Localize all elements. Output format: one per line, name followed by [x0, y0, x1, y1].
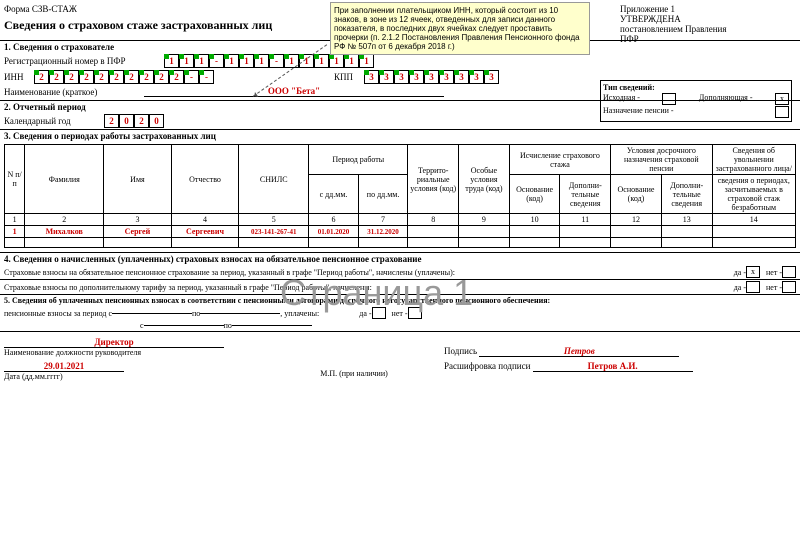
chk-s5-net[interactable]: [408, 307, 422, 319]
cell-n: 1: [5, 226, 25, 238]
th-calc: Исчисление страхового стажа: [509, 145, 610, 175]
th-basis1: Основание (код): [509, 175, 560, 214]
cell-name: Сергей: [104, 226, 172, 238]
th-period: Период работы: [309, 145, 408, 175]
po2: по: [224, 321, 232, 330]
cell-snils: 023-141-267-41: [239, 226, 309, 238]
s5-from2[interactable]: [144, 325, 224, 326]
decode-value: Петров А.И.: [533, 361, 693, 372]
th-to: по дд.мм.: [358, 175, 408, 214]
table-row: 1 Михалков Сергей Сергеевич 023-141-267-…: [5, 226, 796, 238]
da-label2: да -: [734, 283, 746, 292]
chk-pension[interactable]: [775, 106, 789, 118]
chk-s5-da[interactable]: [372, 307, 386, 319]
date-label: Дата (дд.мм.гггг): [4, 372, 264, 381]
org-name: ООО "Бета": [144, 86, 444, 97]
s4-line2: Страховые взносы по дополнительному тари…: [4, 283, 734, 292]
position-value: Директор: [4, 337, 224, 348]
th-patr: Отчество: [171, 145, 239, 214]
chk-additional[interactable]: х: [775, 93, 789, 105]
cell-to: 31.12.2020: [358, 226, 408, 238]
chk-s4-da1[interactable]: х: [746, 266, 760, 278]
inn-cells: 2222222222--: [34, 70, 214, 84]
cell-patr: Сергеевич: [171, 226, 239, 238]
pfr: ПФР: [620, 34, 726, 44]
decree: постановлением Правления: [620, 24, 726, 34]
type-info-box: Тип сведений: Исходная - Дополняющая - х Н…: [600, 80, 792, 122]
th-n: N п/п: [5, 145, 25, 214]
th-early: Условия досрочного назначения страховой …: [611, 145, 712, 175]
year-cells: 2020: [104, 114, 164, 128]
year-label: Календарный год: [4, 116, 104, 126]
decode-label: Расшифровка подписи: [444, 361, 530, 371]
th-basis2: Основание (код): [611, 175, 662, 214]
s5-to[interactable]: [200, 313, 280, 314]
mp-label: М.П. (при наличии): [264, 341, 444, 378]
type-original: Исходная -: [603, 93, 640, 105]
chk-s4-net1[interactable]: [782, 266, 796, 278]
name-label: Наименование (краткое): [4, 87, 144, 97]
up: , уплачены:: [280, 309, 319, 318]
type-pension: Назначение пенсии -: [603, 106, 674, 118]
s5-from[interactable]: [112, 313, 192, 314]
date-value: 29.01.2021: [4, 361, 124, 372]
approval-block: Приложение 1 УТВЕРЖДЕНА постановлением П…: [620, 4, 726, 44]
reg-cells: 111-111-111111: [164, 54, 374, 68]
th-snils: СНИЛС: [239, 145, 309, 214]
th-name: Имя: [104, 145, 172, 214]
chk-s4-da2[interactable]: [746, 281, 760, 293]
col-numbers-row: 1234567891011121314: [5, 214, 796, 226]
section4-header: 4. Сведения о начисленных (уплаченных) с…: [0, 253, 800, 265]
sign-label: Подпись: [444, 346, 477, 356]
kpp-cells: 333333333: [364, 70, 499, 84]
sign-value: Петров: [479, 346, 679, 357]
net3: нет -: [392, 309, 408, 318]
table-row-empty: [5, 238, 796, 248]
type-header: Тип сведений:: [603, 83, 789, 92]
po1: по: [192, 309, 200, 318]
s5-l1: пенсионные взносы за период с: [4, 309, 112, 318]
position-label: Наименование должности руководителя: [4, 348, 264, 357]
appendix: Приложение 1: [620, 4, 726, 14]
th-add1: Дополни-тельные сведения: [560, 175, 611, 214]
kpp-label: КПП: [334, 72, 364, 82]
th-from: с дд.мм.: [309, 175, 359, 214]
th-unemp: сведения о периодах, засчитываемых в стр…: [712, 175, 795, 214]
chk-s4-net2[interactable]: [782, 281, 796, 293]
th-fam: Фамилия: [25, 145, 104, 214]
section5-header: 5. Сведения об уплаченных пенсионных взн…: [0, 295, 800, 306]
da-label: да -: [734, 268, 746, 277]
da3: да -: [359, 309, 371, 318]
work-periods-table: N п/п Фамилия Имя Отчество СНИЛС Период …: [4, 144, 796, 248]
chk-original[interactable]: [662, 93, 676, 105]
inn-tooltip: При заполнении плательщиком ИНН, который…: [330, 2, 590, 55]
s5-to2[interactable]: [232, 325, 312, 326]
net-label2: нет -: [766, 283, 782, 292]
s4-line1: Страховые взносы на обязательное пенсион…: [4, 268, 734, 277]
net-label: нет -: [766, 268, 782, 277]
reg-label: Регистрационный номер в ПФР: [4, 56, 164, 66]
th-terr: Террито-риальные условия (код): [408, 145, 459, 214]
approved: УТВЕРЖДЕНА: [620, 14, 726, 24]
cell-fam: Михалков: [25, 226, 104, 238]
th-add2: Дополни-тельные сведения: [661, 175, 712, 214]
th-cond: Особые условия труда (код): [459, 145, 510, 214]
cell-from: 01.01.2020: [309, 226, 359, 238]
type-additional: Дополняющая -: [699, 93, 753, 105]
section3-header: 3. Сведения о периодах работы застрахова…: [0, 130, 800, 142]
inn-label: ИНН: [4, 72, 34, 82]
th-dismiss: Сведения об увольнении застрахованного л…: [712, 145, 795, 175]
